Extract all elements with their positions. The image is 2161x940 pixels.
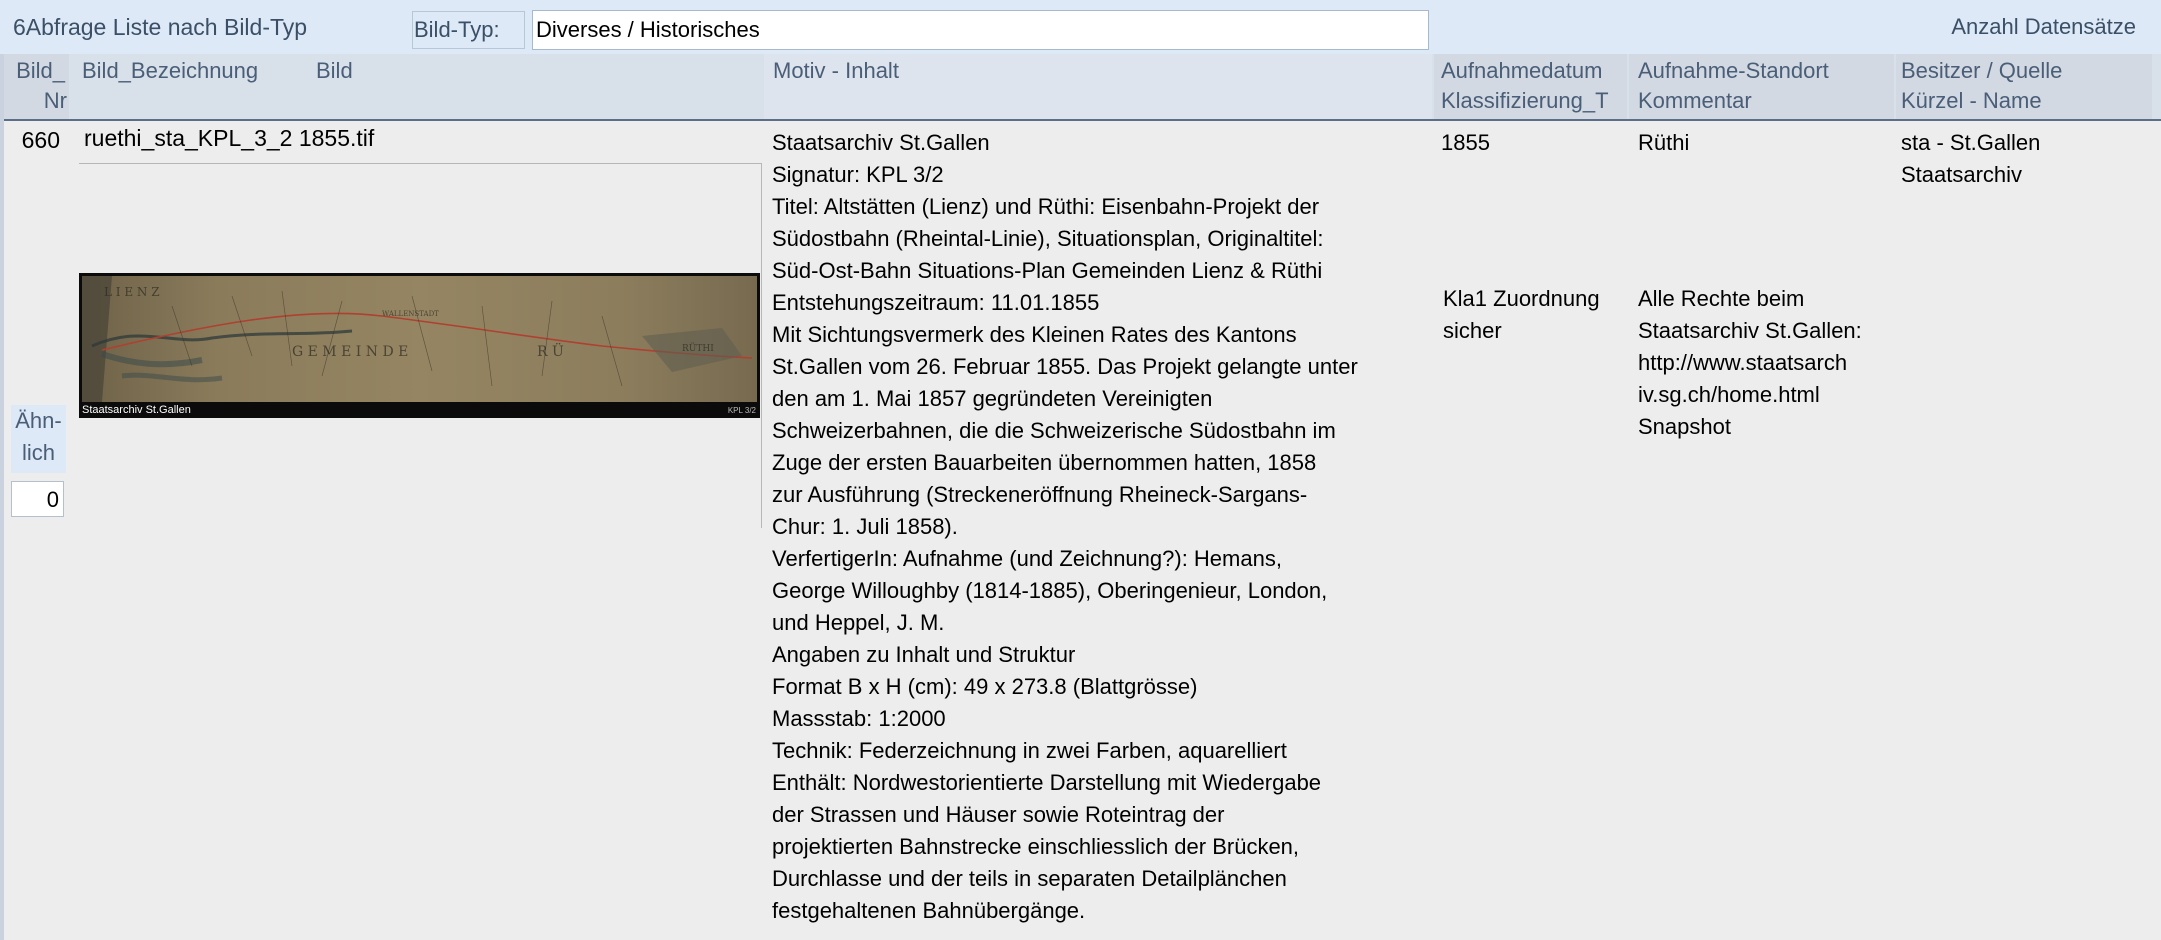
- motiv-line: Signatur: KPL 3/2: [772, 162, 944, 187]
- svg-text:L I E N Z: L I E N Z: [104, 285, 160, 299]
- aehnlich-button[interactable]: Ähn- lich: [11, 405, 66, 473]
- motiv-line: der Strassen und Häuser sowie Roteintrag…: [772, 802, 1225, 827]
- kommentar-line: iv.sg.ch/home.html: [1638, 382, 1820, 407]
- kommentar-line: Staatsarchiv St.Gallen:: [1638, 318, 1862, 343]
- motiv-line: Südostbahn (Rheintal-Linie), Situationsp…: [772, 226, 1324, 251]
- column-header-datum-klass: Aufnahmedatum Klassifizierung_T: [1434, 54, 1627, 120]
- motiv-line: den am 1. Mai 1857 gegründeten Vereinigt…: [772, 386, 1213, 411]
- svg-text:R Ü: R Ü: [537, 342, 564, 360]
- klassifizierung-field[interactable]: Kla1 Zuordnung sicher: [1443, 283, 1623, 347]
- besitzer-quelle-field[interactable]: sta - St.Gallen Staatsarchiv: [1901, 127, 2151, 191]
- kommentar-line: Snapshot: [1638, 414, 1731, 439]
- aehnlich-count-field[interactable]: 0: [11, 481, 64, 517]
- bild-typ-combobox[interactable]: Diverses / Historisches: [532, 10, 1429, 50]
- column-header-bezeichnung-area: Bild_Bezeichnung Bild: [72, 54, 762, 122]
- klassifizierung-line2: sicher: [1443, 318, 1502, 343]
- column-header-standort: Aufnahme-Standort: [1638, 58, 1829, 83]
- svg-text:RÜTHI: RÜTHI: [682, 342, 714, 354]
- column-header-bild-nr-line2: Nr: [43, 88, 67, 113]
- motiv-line: Technik: Federzeichnung in zwei Farben, …: [772, 738, 1287, 763]
- motiv-line: Zuge der ersten Bauarbeiten übernommen h…: [772, 450, 1317, 475]
- kommentar-line: Alle Rechte beim: [1638, 286, 1805, 311]
- motiv-line: Durchlasse und der teils in separaten De…: [772, 866, 1287, 891]
- historical-map-image: L I E N Z G E M E I N D E R Ü RÜTHI WALL…: [82, 276, 757, 402]
- motiv-line: projektierten Bahnstrecke einschliesslic…: [772, 834, 1300, 859]
- image-caption: Staatsarchiv St.Gallen: [82, 404, 191, 416]
- svg-text:G E M E I N D E: G E M E I N D E: [292, 344, 408, 360]
- form-title: 6Abfrage Liste nach Bild-Typ: [13, 14, 308, 40]
- kommentar-line: http://www.staatsarch: [1638, 350, 1848, 375]
- bild-bezeichnung-field[interactable]: ruethi_sta_KPL_3_2 1855.tif: [84, 122, 374, 154]
- motiv-line: George Willoughby (1814-1885), Oberingen…: [772, 578, 1328, 603]
- motiv-line: Mit Sichtungsvermerk des Kleinen Rates d…: [772, 322, 1297, 347]
- motiv-line: Süd-Ost-Bahn Situations-Plan Gemeinden L…: [772, 258, 1323, 283]
- column-header-bild-nr: Bild_ Nr: [4, 54, 69, 122]
- besitzer-line1: sta - St.Gallen: [1901, 130, 2041, 155]
- column-header-besitzer-quelle: Besitzer / Quelle: [1901, 58, 2063, 83]
- motiv-line: Massstab: 1:2000: [772, 706, 946, 731]
- motiv-line: Format B x H (cm): 49 x 273.8 (Blattgrös…: [772, 674, 1198, 699]
- motiv-line: und Heppel, J. M.: [772, 610, 945, 635]
- column-header-klassifizierung: Klassifizierung_T: [1441, 88, 1609, 113]
- column-header-kommentar: Kommentar: [1638, 88, 1752, 113]
- motiv-line: festgehaltenen Bahnübergänge.: [772, 898, 1086, 923]
- motiv-line: Chur: 1. Juli 1858).: [772, 514, 958, 539]
- motiv-line: Entstehungszeitraum: 11.01.1855: [772, 290, 1100, 315]
- aufnahme-standort-field[interactable]: Rüthi: [1638, 127, 1689, 159]
- motiv-line: Schweizerbahnen, die die Schweizerische …: [772, 418, 1336, 443]
- aufnahmedatum-field[interactable]: 1855: [1441, 127, 1490, 159]
- motiv-line: Enthält: Nordwestorientierte Darstellung…: [772, 770, 1322, 795]
- column-header-bild: Bild: [316, 58, 353, 83]
- motiv-line: VerfertigerIn: Aufnahme (und Zeichnung?)…: [772, 546, 1282, 571]
- bild-image[interactable]: L I E N Z G E M E I N D E R Ü RÜTHI WALL…: [79, 273, 760, 418]
- record-count-label: Anzahl Datensätze: [1951, 14, 2136, 39]
- column-header-besitzer: Besitzer / Quelle Kürzel - Name: [1896, 54, 2152, 120]
- besitzer-line2: Staatsarchiv: [1901, 162, 2023, 187]
- motiv-line: Angaben zu Inhalt und Struktur: [772, 642, 1076, 667]
- motiv-line: Staatsarchiv St.Gallen: [772, 130, 990, 155]
- motiv-line: St.Gallen vom 26. Februar 1855. Das Proj…: [772, 354, 1358, 379]
- kommentar-field[interactable]: Alle Rechte beim Staatsarchiv St.Gallen:…: [1638, 283, 1893, 443]
- motiv-line: zur Ausführung (Streckeneröffnung Rheine…: [772, 482, 1308, 507]
- column-header-bezeichnung: Bild_Bezeichnung: [82, 58, 259, 83]
- column-header-datum: Aufnahmedatum: [1441, 58, 1603, 83]
- aehnlich-label-line2: lich: [21, 440, 55, 465]
- column-header-motiv: Motiv - Inhalt: [764, 54, 1432, 120]
- klassifizierung-line1: Kla1 Zuordnung: [1443, 286, 1600, 311]
- motiv-line: Titel: Altstätten (Lienz) und Rüthi: Eis…: [772, 194, 1320, 219]
- motiv-inhalt-field[interactable]: Staatsarchiv St.Gallen Signatur: KPL 3/2…: [772, 127, 1422, 927]
- bild-typ-label: Bild-Typ:: [412, 11, 525, 49]
- column-header-standort-kommentar: Aufnahme-Standort Kommentar: [1629, 54, 1894, 120]
- image-caption-signature: KPL 3/2: [727, 406, 756, 415]
- bild-nr-field[interactable]: 660: [14, 124, 60, 156]
- column-header-kuerzel: Kürzel - Name: [1901, 88, 2042, 113]
- column-header-bild-nr-line1: Bild_: [16, 58, 65, 83]
- svg-text:WALLENSTADT: WALLENSTADT: [382, 310, 439, 318]
- aehnlich-label-line1: Ähn-: [15, 408, 62, 433]
